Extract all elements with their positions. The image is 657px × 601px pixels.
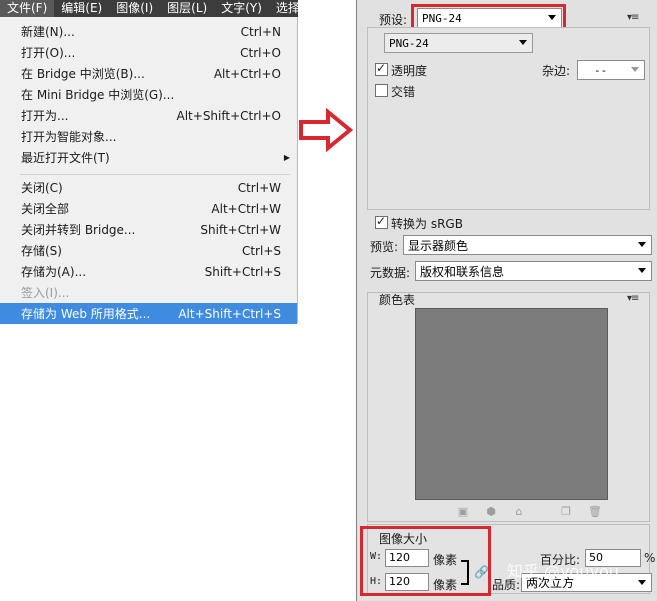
menu-item-browse-mini-bridge[interactable]: 在 Mini Bridge 中浏览(G)... xyxy=(0,84,297,105)
menu-item-label: 关闭并转到 Bridge... xyxy=(21,223,136,237)
convert-srgb-label: 转换为 sRGB xyxy=(391,217,463,231)
web-shift-icon[interactable]: ⬢ xyxy=(485,506,497,518)
menu-image[interactable]: 图像(I) xyxy=(109,0,160,17)
transparency-checkbox[interactable] xyxy=(375,61,388,76)
format-select[interactable]: PNG-24 xyxy=(384,33,533,53)
menu-item-label: 关闭全部 xyxy=(21,202,70,216)
menu-item-shortcut: Shift+Ctrl+W xyxy=(200,222,281,237)
menu-item-label: 打开为智能对象... xyxy=(21,130,117,144)
menubar: 文件(F) 编辑(E) 图像(I) 图层(L) 文字(Y) 选择 xyxy=(0,0,300,17)
menu-item-save-as[interactable]: 存储为(A)... Shift+Ctrl+S xyxy=(0,261,297,282)
menu-item-shortcut: Alt+Ctrl+W xyxy=(211,201,281,216)
menu-item-open[interactable]: 打开(O)... Ctrl+O xyxy=(0,42,297,63)
interlaced-checkbox[interactable] xyxy=(375,84,388,97)
menu-item-label: 存储为(A)... xyxy=(21,265,87,279)
menu-type[interactable]: 文字(Y) xyxy=(214,0,269,17)
menu-item-label: 新建(N)... xyxy=(21,25,75,39)
menu-edit[interactable]: 编辑(E) xyxy=(54,0,109,17)
right-arrow-icon xyxy=(299,108,354,152)
preview-select[interactable]: 显示器颜色 xyxy=(403,235,652,255)
color-table-swatch-area xyxy=(415,308,608,500)
menu-item-label: 在 Bridge 中浏览(B)... xyxy=(21,67,145,81)
convert-srgb-checkbox[interactable] xyxy=(375,214,388,229)
lock-color-icon[interactable]: ⌂ xyxy=(513,506,525,518)
menu-item-close-go-bridge[interactable]: 关闭并转到 Bridge... Shift+Ctrl+W xyxy=(0,219,297,240)
menu-item-browse-bridge[interactable]: 在 Bridge 中浏览(B)... Alt+Ctrl+O xyxy=(0,63,297,84)
menu-item-close[interactable]: 关闭(C) Ctrl+W xyxy=(0,177,297,198)
format-value: PNG-24 xyxy=(389,36,429,50)
menu-item-shortcut: Shift+Ctrl+S xyxy=(204,264,281,279)
panel-menu-icon[interactable]: ▾≡ xyxy=(627,12,639,23)
metadata-select[interactable]: 版权和联系信息 xyxy=(415,261,652,281)
menu-item-save-for-web[interactable]: 存储为 Web 所用格式... Alt+Shift+Ctrl+S xyxy=(0,303,297,324)
menu-file[interactable]: 文件(F) xyxy=(0,0,55,17)
menu-item-shortcut: Ctrl+S xyxy=(241,243,281,258)
chevron-down-icon xyxy=(638,268,646,273)
menu-item-label: 打开(O)... xyxy=(21,46,76,60)
menu-item-recent-files[interactable]: 最近打开文件(T) ▶ xyxy=(0,147,297,168)
color-table-menu-icon[interactable]: ▾≡ xyxy=(627,293,639,304)
file-menu-dropdown: 新建(N)... Ctrl+N 打开(O)... Ctrl+O 在 Bridge… xyxy=(0,17,298,324)
metadata-value: 版权和联系信息 xyxy=(420,264,505,279)
chevron-down-icon xyxy=(638,242,646,247)
menu-item-shortcut: Alt+Shift+Ctrl+O xyxy=(176,108,281,123)
menu-item-check-in: 签入(I)... xyxy=(0,282,297,303)
menu-select[interactable]: 选择 xyxy=(269,0,307,17)
watermark: 知乎 @youyou xyxy=(507,562,619,581)
menu-item-new[interactable]: 新建(N)... Ctrl+N xyxy=(0,21,297,42)
matte-select[interactable]: -- xyxy=(577,60,645,80)
menu-item-shortcut: Ctrl+W xyxy=(237,180,281,195)
menu-item-open-as[interactable]: 打开为... Alt+Shift+Ctrl+O xyxy=(0,105,297,126)
map-color-icon[interactable]: ▣ xyxy=(457,506,469,518)
chevron-down-icon xyxy=(519,40,527,45)
menu-separator xyxy=(20,174,290,175)
menu-item-label: 最近打开文件(T) xyxy=(21,151,110,165)
interlaced-label: 交错 xyxy=(391,85,416,99)
menu-item-label: 关闭(C) xyxy=(21,181,63,195)
menu-item-close-all[interactable]: 关闭全部 Alt+Ctrl+W xyxy=(0,198,297,219)
delete-color-icon[interactable]: 🗑 xyxy=(588,506,602,518)
menu-item-shortcut: Alt+Shift+Ctrl+S xyxy=(178,306,281,321)
chevron-down-icon xyxy=(631,67,639,72)
menu-item-label: 在 Mini Bridge 中浏览(G)... xyxy=(21,88,175,102)
annotation-highlight-image-size xyxy=(360,526,491,596)
transparency-label: 透明度 xyxy=(391,64,428,78)
settings-group xyxy=(367,27,650,210)
menu-item-save[interactable]: 存储(S) Ctrl+S xyxy=(0,240,297,261)
save-for-web-panel: 预设: PNG-24 ▾≡ PNG-24 透明度 杂边: -- 交错 转换为 s… xyxy=(356,0,657,601)
menu-item-label: 存储(S) xyxy=(21,244,62,258)
submenu-arrow-icon: ▶ xyxy=(283,153,290,162)
preset-label: 预设: xyxy=(379,13,408,27)
menu-item-label: 签入(I)... xyxy=(21,286,70,300)
menu-layer[interactable]: 图层(L) xyxy=(160,0,214,17)
preview-label: 预览: xyxy=(370,240,399,254)
chevron-down-icon xyxy=(638,580,646,585)
menu-item-label: 打开为... xyxy=(21,109,69,123)
menu-item-label: 存储为 Web 所用格式... xyxy=(21,307,151,321)
matte-label: 杂边: xyxy=(542,64,571,78)
menu-item-shortcut: Alt+Ctrl+O xyxy=(213,66,281,81)
matte-value: -- xyxy=(594,63,608,77)
new-color-icon[interactable]: ❐ xyxy=(560,506,572,518)
color-table-title: 颜色表 xyxy=(379,293,416,307)
menu-item-shortcut: Ctrl+N xyxy=(240,24,281,39)
metadata-label: 元数据: xyxy=(370,266,411,280)
menu-item-open-smart-object[interactable]: 打开为智能对象... xyxy=(0,126,297,147)
menu-item-shortcut: Ctrl+O xyxy=(240,45,281,60)
preview-value: 显示器颜色 xyxy=(408,238,469,253)
percent-unit: % xyxy=(644,551,656,565)
